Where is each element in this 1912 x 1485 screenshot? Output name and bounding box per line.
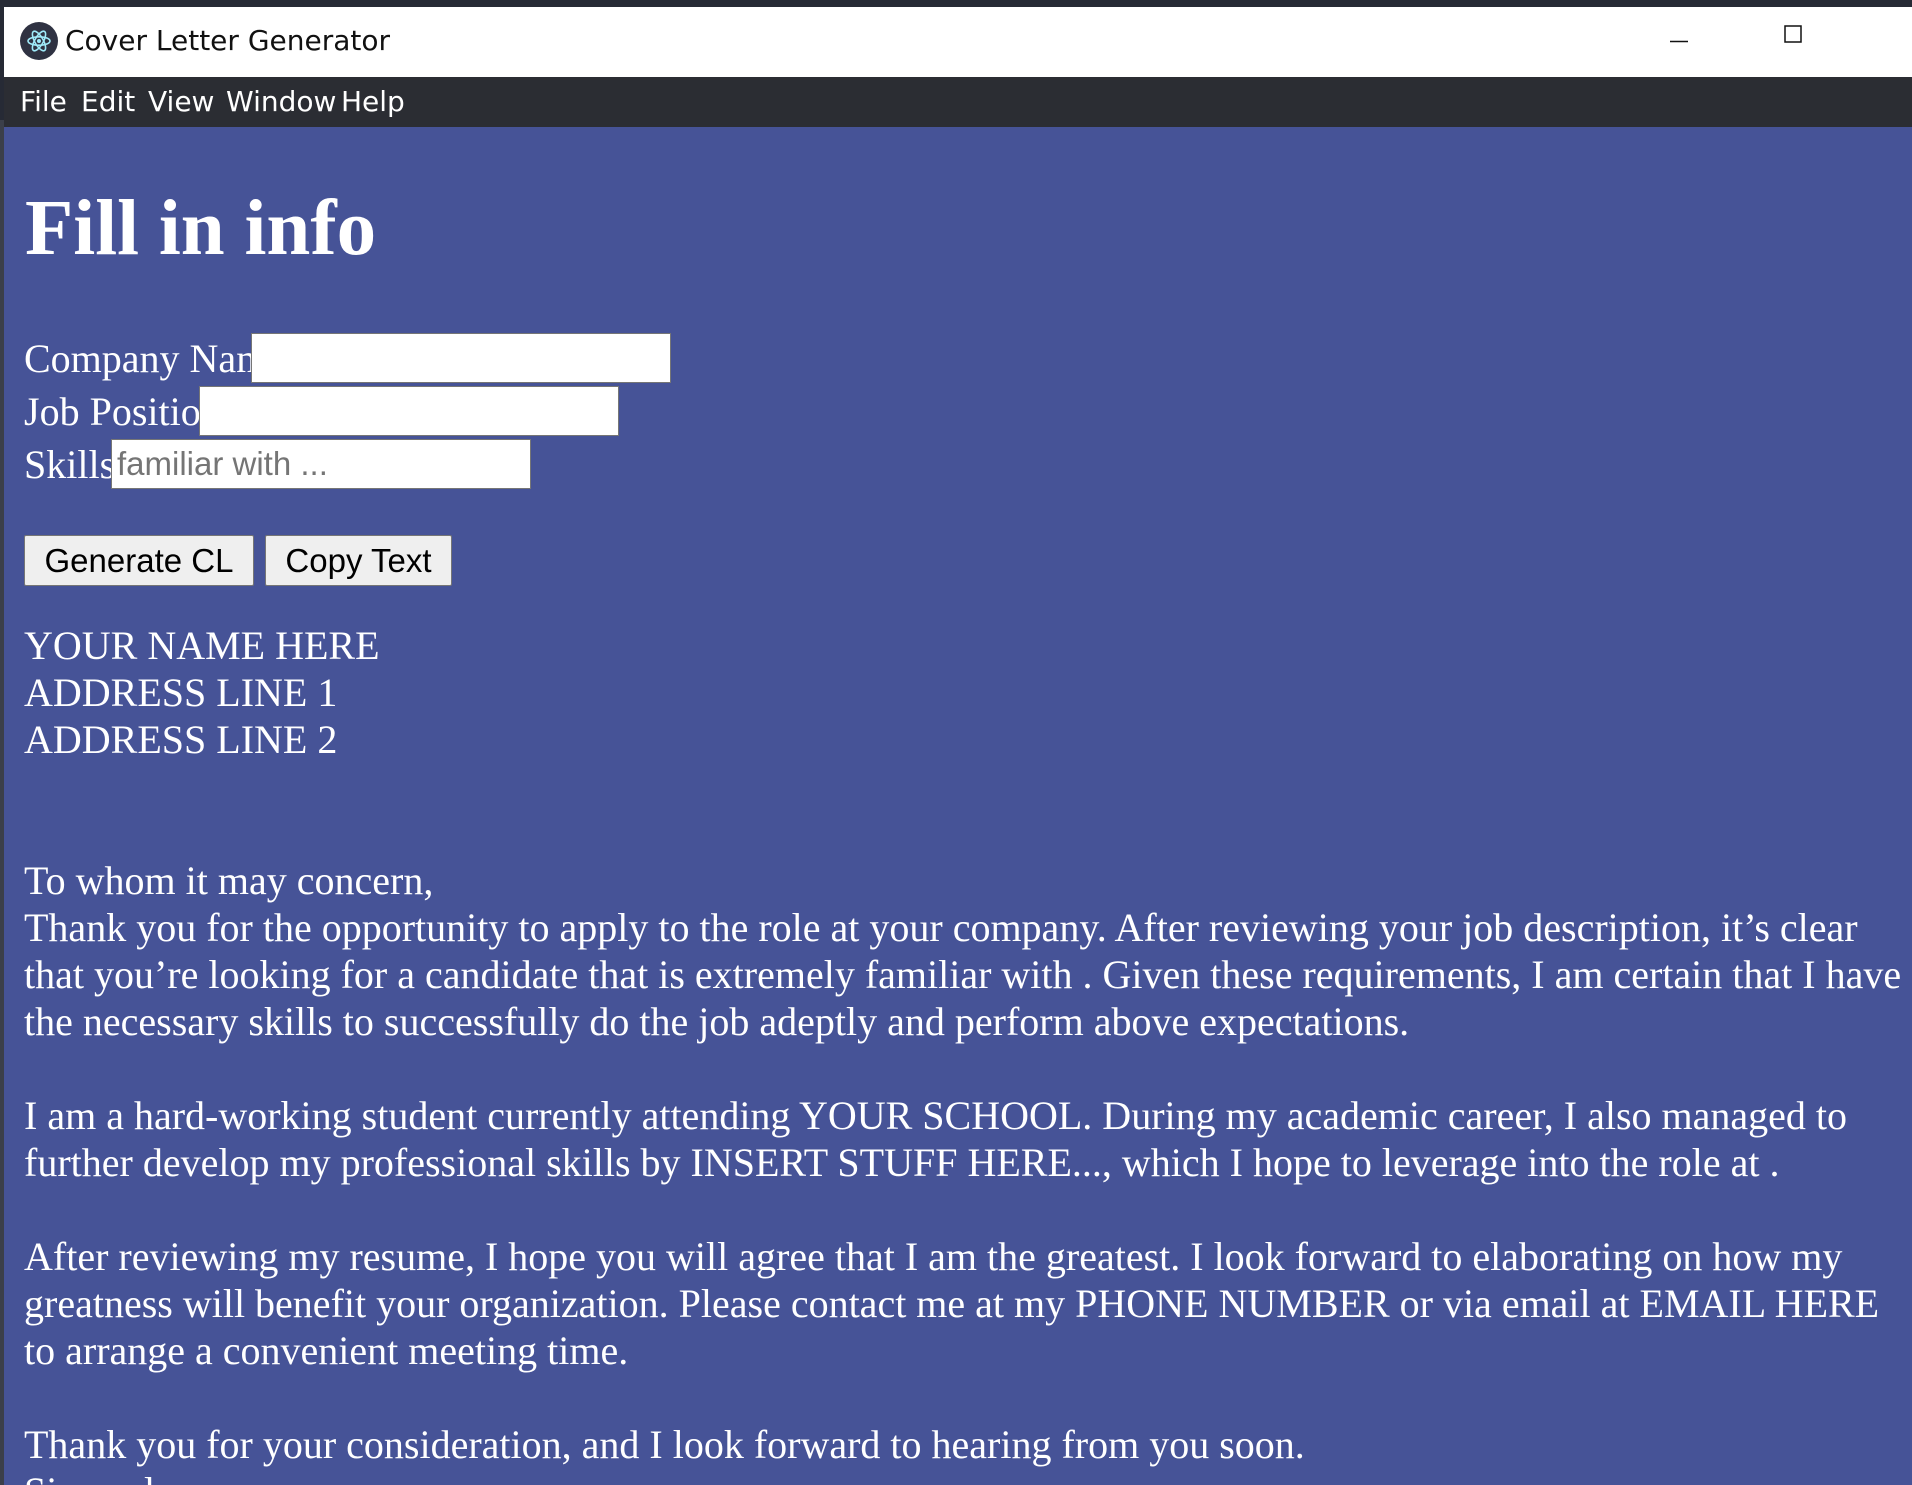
maximize-icon xyxy=(1784,25,1802,43)
generated-letter: YOUR NAME HERE ADDRESS LINE 1 ADDRESS LI… xyxy=(24,622,1904,1485)
close-button[interactable] xyxy=(1850,7,1912,77)
menu-help[interactable]: Help xyxy=(337,77,409,127)
menu-bar: File Edit View Window Help xyxy=(4,77,1912,127)
desktop-background xyxy=(0,0,1912,7)
maximize-button[interactable] xyxy=(1736,7,1850,77)
letter-address-line-1: ADDRESS LINE 1 xyxy=(24,670,338,715)
app-window: Cover Letter Generator File Edit View Wi… xyxy=(4,7,1912,1485)
minimize-button[interactable] xyxy=(1622,7,1736,77)
window-title: Cover Letter Generator xyxy=(65,24,391,57)
menu-file[interactable]: File xyxy=(16,77,71,127)
letter-paragraph-3: After reviewing my resume, I hope you wi… xyxy=(24,1234,1880,1373)
letter-name-line: YOUR NAME HERE xyxy=(24,623,380,668)
close-icon xyxy=(1850,7,1912,77)
letter-paragraph-4: Thank you for your consideration, and I … xyxy=(24,1422,1305,1467)
letter-greeting: To whom it may concern, xyxy=(24,858,434,903)
menu-view[interactable]: View xyxy=(144,77,218,127)
copy-text-button[interactable]: Copy Text xyxy=(265,535,452,586)
menu-edit[interactable]: Edit xyxy=(77,77,139,127)
generate-cl-button[interactable]: Generate CL xyxy=(24,535,254,586)
menu-window[interactable]: Window xyxy=(222,77,340,127)
minimize-icon xyxy=(1670,40,1688,43)
skills-input[interactable] xyxy=(111,439,531,489)
letter-address-line-2: ADDRESS LINE 2 xyxy=(24,717,338,762)
company-name-input[interactable] xyxy=(251,333,671,383)
letter-closing: Sincerely, xyxy=(24,1468,1904,1485)
page-title: Fill in info xyxy=(25,185,377,272)
main-content: Fill in info Company Name: Job Position:… xyxy=(4,127,1912,1485)
letter-paragraph-2: I am a hard-working student currently at… xyxy=(24,1093,1848,1185)
job-position-input[interactable] xyxy=(199,386,619,436)
letter-paragraph-1: Thank you for the opportunity to apply t… xyxy=(24,905,1902,1044)
electron-app-icon xyxy=(20,22,58,60)
title-bar[interactable]: Cover Letter Generator xyxy=(4,7,1912,77)
